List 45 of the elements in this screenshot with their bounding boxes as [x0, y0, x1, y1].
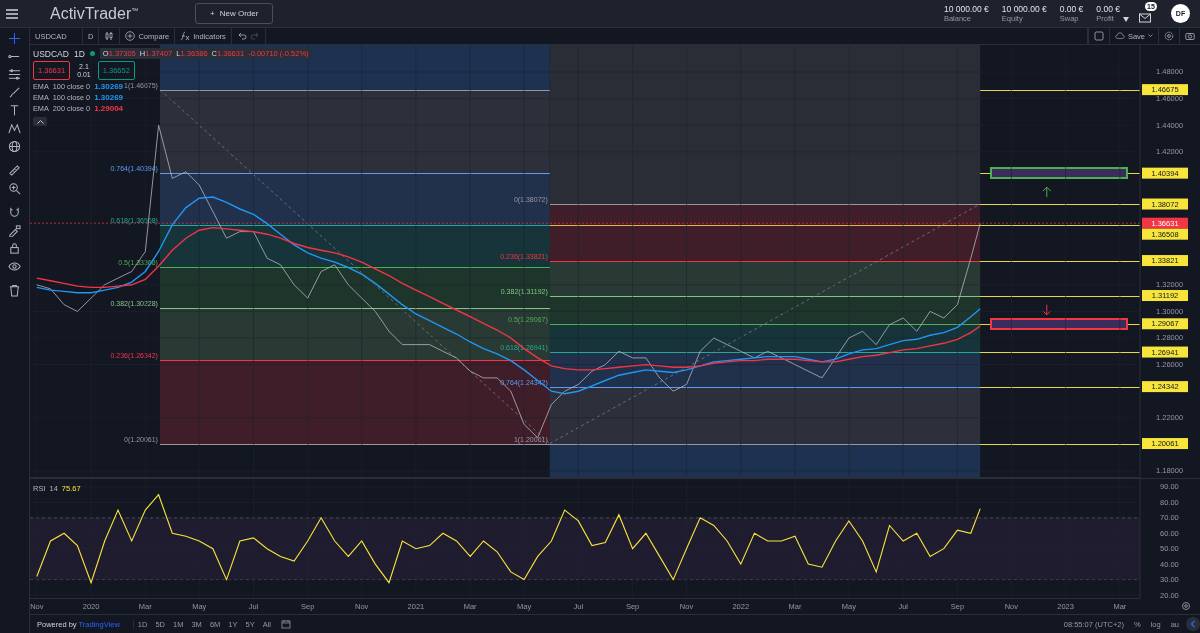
new-order-button[interactable]: + New Order: [195, 3, 274, 24]
crosshair-icon[interactable]: [7, 31, 22, 46]
candlestick-icon[interactable]: [104, 31, 115, 41]
eye-icon[interactable]: [7, 259, 22, 274]
stat-value: 10 000.00 €: [1001, 4, 1047, 14]
lock-icon[interactable]: [7, 241, 22, 256]
up-arrow: [1042, 186, 1052, 198]
ruler-icon[interactable]: [7, 163, 22, 178]
indicator-value: 1.29004: [94, 104, 124, 113]
indicator-value: 1.30269: [94, 93, 124, 102]
stat-value: 0.00 €: [1059, 4, 1084, 14]
plus-circle-icon: [125, 31, 136, 41]
settings-icon[interactable]: [1182, 602, 1190, 610]
collapse-legend-button[interactable]: [33, 117, 47, 126]
menu-icon[interactable]: [5, 7, 19, 20]
target-box-drawing[interactable]: [990, 318, 1128, 330]
target-box-drawing[interactable]: [990, 167, 1128, 179]
settings-icon[interactable]: [1164, 31, 1174, 41]
camera-icon[interactable]: [1185, 31, 1195, 41]
globe-icon[interactable]: [7, 139, 22, 154]
down-arrow: [1042, 304, 1052, 316]
stat-value: 10 000.00 €: [943, 4, 989, 14]
magnet-icon[interactable]: [7, 205, 22, 220]
fibonacci-drawing[interactable]: [549, 45, 1140, 478]
legend-interval: 1D: [73, 48, 85, 59]
logo: ActivTrader$^{™}$: [50, 4, 139, 23]
zoom-in-icon[interactable]: [7, 181, 22, 196]
function-icon: [180, 31, 191, 41]
caret-icon: [1148, 34, 1153, 38]
horizontal-lines-icon[interactable]: [7, 67, 22, 82]
pencil-lock-icon[interactable]: [7, 223, 22, 238]
caret-up-icon: [36, 119, 44, 124]
trash-icon[interactable]: [7, 283, 22, 298]
market-status-icon: [89, 51, 95, 56]
undo-icon[interactable]: [236, 31, 247, 41]
cloud-icon: [1114, 31, 1125, 41]
pattern-icon[interactable]: [7, 121, 22, 136]
layout-icon[interactable]: [1093, 31, 1104, 41]
calendar-icon[interactable]: [281, 619, 291, 629]
chevron-icon[interactable]: [1186, 617, 1200, 631]
indicator-value: 1.30269: [94, 82, 124, 91]
caret-icon[interactable]: [1123, 17, 1129, 22]
stat-value: 0.00 €: [1096, 4, 1120, 14]
mail-icon[interactable]: [1139, 12, 1151, 23]
legend-symbol: USDCAD: [33, 48, 69, 59]
